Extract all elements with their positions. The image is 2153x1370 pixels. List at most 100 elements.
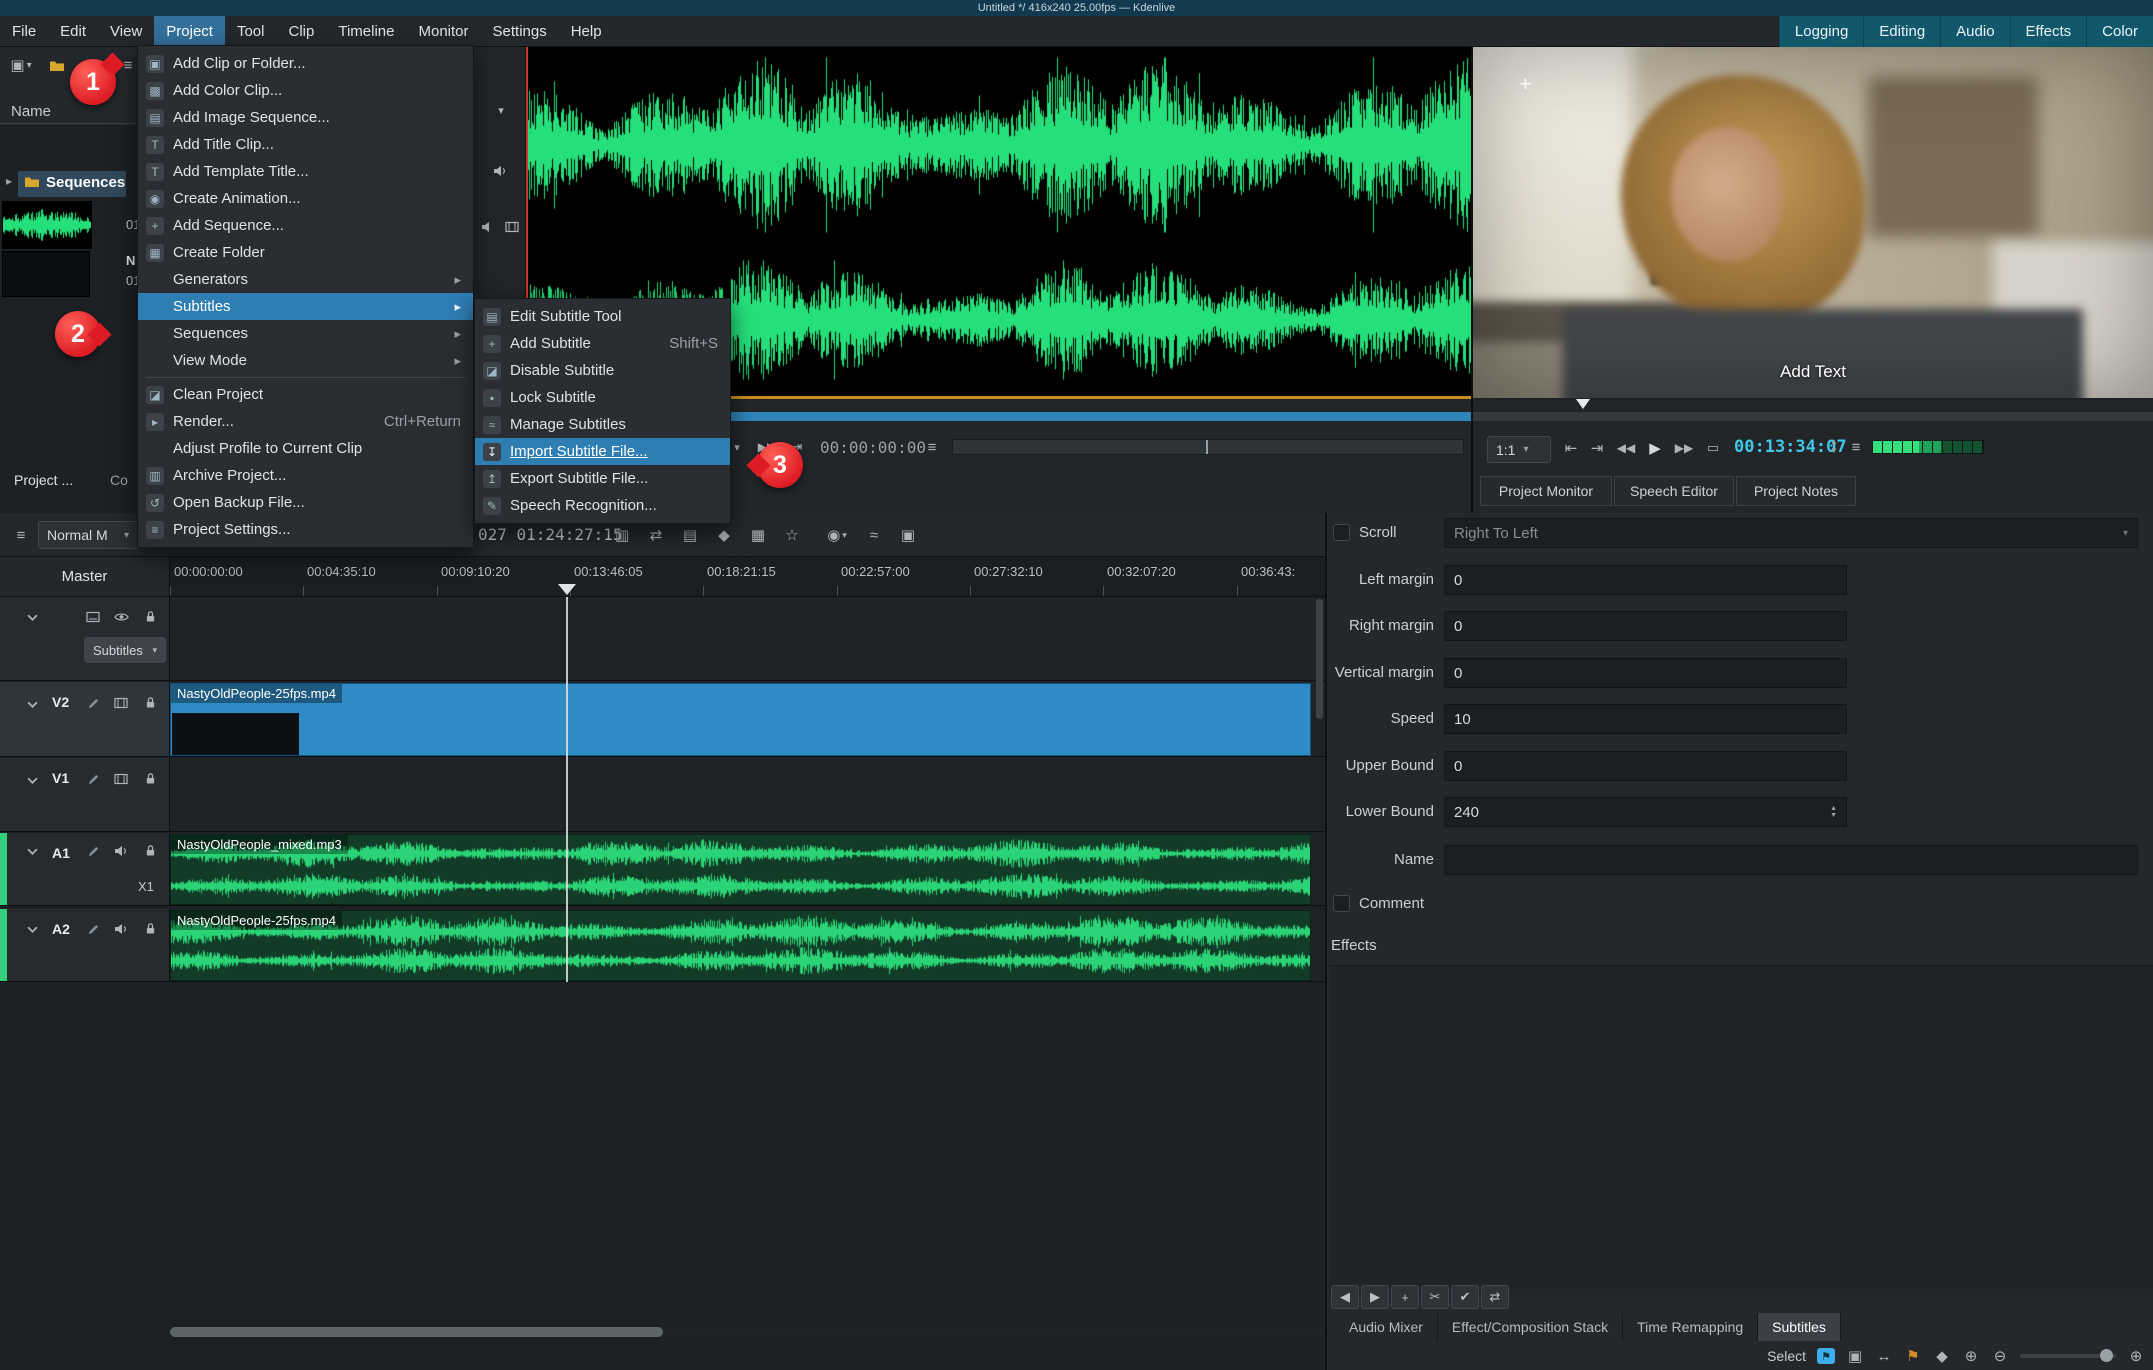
add-subtitle-button[interactable]: +: [1391, 1285, 1419, 1309]
program-monitor-seekbar[interactable]: [1473, 412, 2153, 421]
lock-icon[interactable]: [141, 770, 159, 786]
track-lane-a2[interactable]: NastyOldPeople-25fps.mp4: [170, 909, 1325, 982]
monitor-overlay-icon[interactable]: +: [1519, 71, 1532, 97]
next-subtitle-button[interactable]: ▶: [1361, 1285, 1389, 1309]
menu-file[interactable]: File: [0, 16, 48, 46]
menu-item-add-title-clip[interactable]: TAdd Title Clip...: [138, 131, 473, 158]
playhead-line[interactable]: [566, 597, 568, 982]
lock-icon[interactable]: [141, 842, 159, 858]
scroll-checkbox[interactable]: [1333, 524, 1350, 541]
zoom-in-icon[interactable]: ⊕: [1962, 1348, 1980, 1364]
subtitle-track-icon[interactable]: [84, 609, 102, 625]
menu-item-add-color-clip[interactable]: ▩Add Color Clip...: [138, 77, 473, 104]
timecode-spinner[interactable]: ▲▼: [1830, 438, 1838, 454]
submenu-item-add-subtitle[interactable]: +Add SubtitleShift+S: [475, 330, 730, 357]
lower-bound-field[interactable]: 240 ▲▼: [1444, 797, 1847, 827]
menu-item-create-folder[interactable]: ▦Create Folder: [138, 239, 473, 266]
pencil-icon[interactable]: [84, 843, 102, 859]
subtitle-track-lane[interactable]: [170, 597, 1325, 681]
menu-item-subtitles[interactable]: Subtitles▸: [138, 293, 473, 320]
menu-item-add-clip-or-folder[interactable]: ▣Add Clip or Folder...: [138, 50, 473, 77]
cut-subtitle-button[interactable]: ✂: [1421, 1285, 1449, 1309]
workspace-tab-editing[interactable]: Editing: [1863, 16, 1940, 47]
clip-monitor-zoombar[interactable]: [952, 439, 1464, 455]
sync-subtitle-button[interactable]: ⇄: [1481, 1285, 1509, 1309]
timeline-hscrollbar-thumb[interactable]: [170, 1327, 663, 1337]
menu-item-archive-project[interactable]: ▥Archive Project...: [138, 462, 473, 489]
menu-item-project-settings[interactable]: ≡Project Settings...: [138, 516, 473, 543]
track-lane-v2[interactable]: NastyOldPeople-25fps.mp4: [170, 682, 1325, 757]
volume-icon[interactable]: [490, 163, 510, 179]
submenu-item-disable-subtitle[interactable]: ◪Disable Subtitle: [475, 357, 730, 384]
prev-subtitle-button[interactable]: ◀: [1331, 1285, 1359, 1309]
monitor-overlay-text[interactable]: Add Text: [1473, 362, 2153, 382]
rewind-icon[interactable]: ◀◀: [1612, 438, 1640, 458]
timeline-vscrollbar-thumb[interactable]: [1316, 599, 1323, 719]
zone-end-icon[interactable]: ⇥: [1586, 438, 1608, 458]
play-icon[interactable]: ▶: [1644, 438, 1666, 458]
timeline-clip-audio[interactable]: NastyOldPeople_mixed.mp3: [170, 834, 1311, 905]
zoom-fit-icon[interactable]: ⊕: [2127, 1348, 2145, 1364]
insert-zone-icon[interactable]: ⇄: [644, 525, 668, 545]
menu-item-add-template-title[interactable]: TAdd Template Title...: [138, 158, 473, 185]
timeline-ruler[interactable]: 00:00:00:00 00:04:35:10 00:09:10:20 00:1…: [170, 557, 1325, 597]
workspace-tab-color[interactable]: Color: [2086, 16, 2153, 47]
bin-audio-thumbnail[interactable]: [2, 201, 92, 249]
submenu-item-export-subtitle-file[interactable]: ↥Export Subtitle File...: [475, 465, 730, 492]
menu-item-render[interactable]: ▸Render...Ctrl+Return: [138, 408, 473, 435]
upper-bound-field[interactable]: 0: [1444, 751, 1847, 781]
audio-record-target[interactable]: [0, 909, 7, 981]
dock-tab-project-bin[interactable]: Project ...: [14, 472, 73, 488]
track-id-label[interactable]: A1: [52, 845, 70, 861]
pencil-icon[interactable]: [84, 921, 102, 937]
tab-project-monitor[interactable]: Project Monitor: [1480, 476, 1612, 506]
zoom-slider[interactable]: [2020, 1354, 2116, 1358]
menu-clip[interactable]: Clip: [277, 16, 327, 46]
sequences-folder-label[interactable]: Sequences: [46, 174, 125, 191]
menu-timeline[interactable]: Timeline: [326, 16, 406, 46]
snap-icon[interactable]: ◆: [1933, 1348, 1951, 1364]
video-track-icon[interactable]: [112, 695, 130, 711]
collapse-chevron-icon[interactable]: [24, 698, 40, 710]
menu-item-open-backup[interactable]: ↺Open Backup File...: [138, 489, 473, 516]
scroll-direction-select[interactable]: Right To Left ▾: [1444, 518, 2138, 548]
clip-monitor-menu-icon[interactable]: ≡: [922, 438, 942, 456]
lock-icon[interactable]: [141, 694, 159, 710]
tab-audio-mixer[interactable]: Audio Mixer: [1335, 1313, 1438, 1341]
timeline-hscrollbar-track[interactable]: [170, 1327, 1325, 1337]
monitor-zoom-select[interactable]: 1:1 ▾: [1487, 436, 1551, 463]
menu-settings[interactable]: Settings: [481, 16, 559, 46]
program-monitor-video[interactable]: + Add Text: [1473, 47, 2153, 398]
tab-project-notes[interactable]: Project Notes: [1736, 476, 1856, 506]
menu-item-clean-project[interactable]: ◪Clean Project: [138, 381, 473, 408]
zoom-out-icon[interactable]: ⊖: [1991, 1348, 2009, 1364]
collapse-chevron-icon[interactable]: [24, 923, 40, 935]
pencil-icon[interactable]: [84, 771, 102, 787]
apply-subtitle-button[interactable]: ✔: [1451, 1285, 1479, 1309]
track-lane-v1[interactable]: [170, 758, 1325, 832]
bin-create-folder-button[interactable]: [44, 55, 70, 75]
extract-zone-icon[interactable]: ▤: [678, 525, 702, 545]
favorite-effects-icon[interactable]: ☆: [780, 525, 804, 545]
timeline-menu-icon[interactable]: ≡: [10, 525, 32, 545]
fast-forward-icon[interactable]: ▶▶: [1670, 438, 1698, 458]
eye-icon[interactable]: [112, 609, 130, 625]
tab-time-remapping[interactable]: Time Remapping: [1623, 1313, 1758, 1341]
tab-effect-composition-stack[interactable]: Effect/Composition Stack: [1438, 1313, 1623, 1341]
submenu-item-speech-recognition[interactable]: ✎Speech Recognition...: [475, 492, 730, 519]
workspace-tab-audio[interactable]: Audio: [1940, 16, 2009, 47]
menu-item-adjust-profile[interactable]: Adjust Profile to Current Clip: [138, 435, 473, 462]
playhead-handle[interactable]: [558, 584, 576, 604]
menu-item-sequences[interactable]: Sequences▸: [138, 320, 473, 347]
bin-video-thumbnail[interactable]: [2, 251, 90, 297]
speaker-icon[interactable]: [112, 843, 130, 859]
menu-view[interactable]: View: [98, 16, 154, 46]
lock-icon[interactable]: [141, 608, 159, 624]
fit-zoom-icon[interactable]: ↔: [1875, 1348, 1893, 1364]
menu-item-create-animation[interactable]: ◉Create Animation...: [138, 185, 473, 212]
menu-edit[interactable]: Edit: [48, 16, 98, 46]
video-track-icon[interactable]: [112, 771, 130, 787]
track-id-label[interactable]: V2: [52, 694, 69, 710]
submenu-item-edit-subtitle-tool[interactable]: ▤Edit Subtitle Tool: [475, 303, 730, 330]
submenu-item-import-subtitle-file[interactable]: ↧Import Subtitle File...: [475, 438, 730, 465]
